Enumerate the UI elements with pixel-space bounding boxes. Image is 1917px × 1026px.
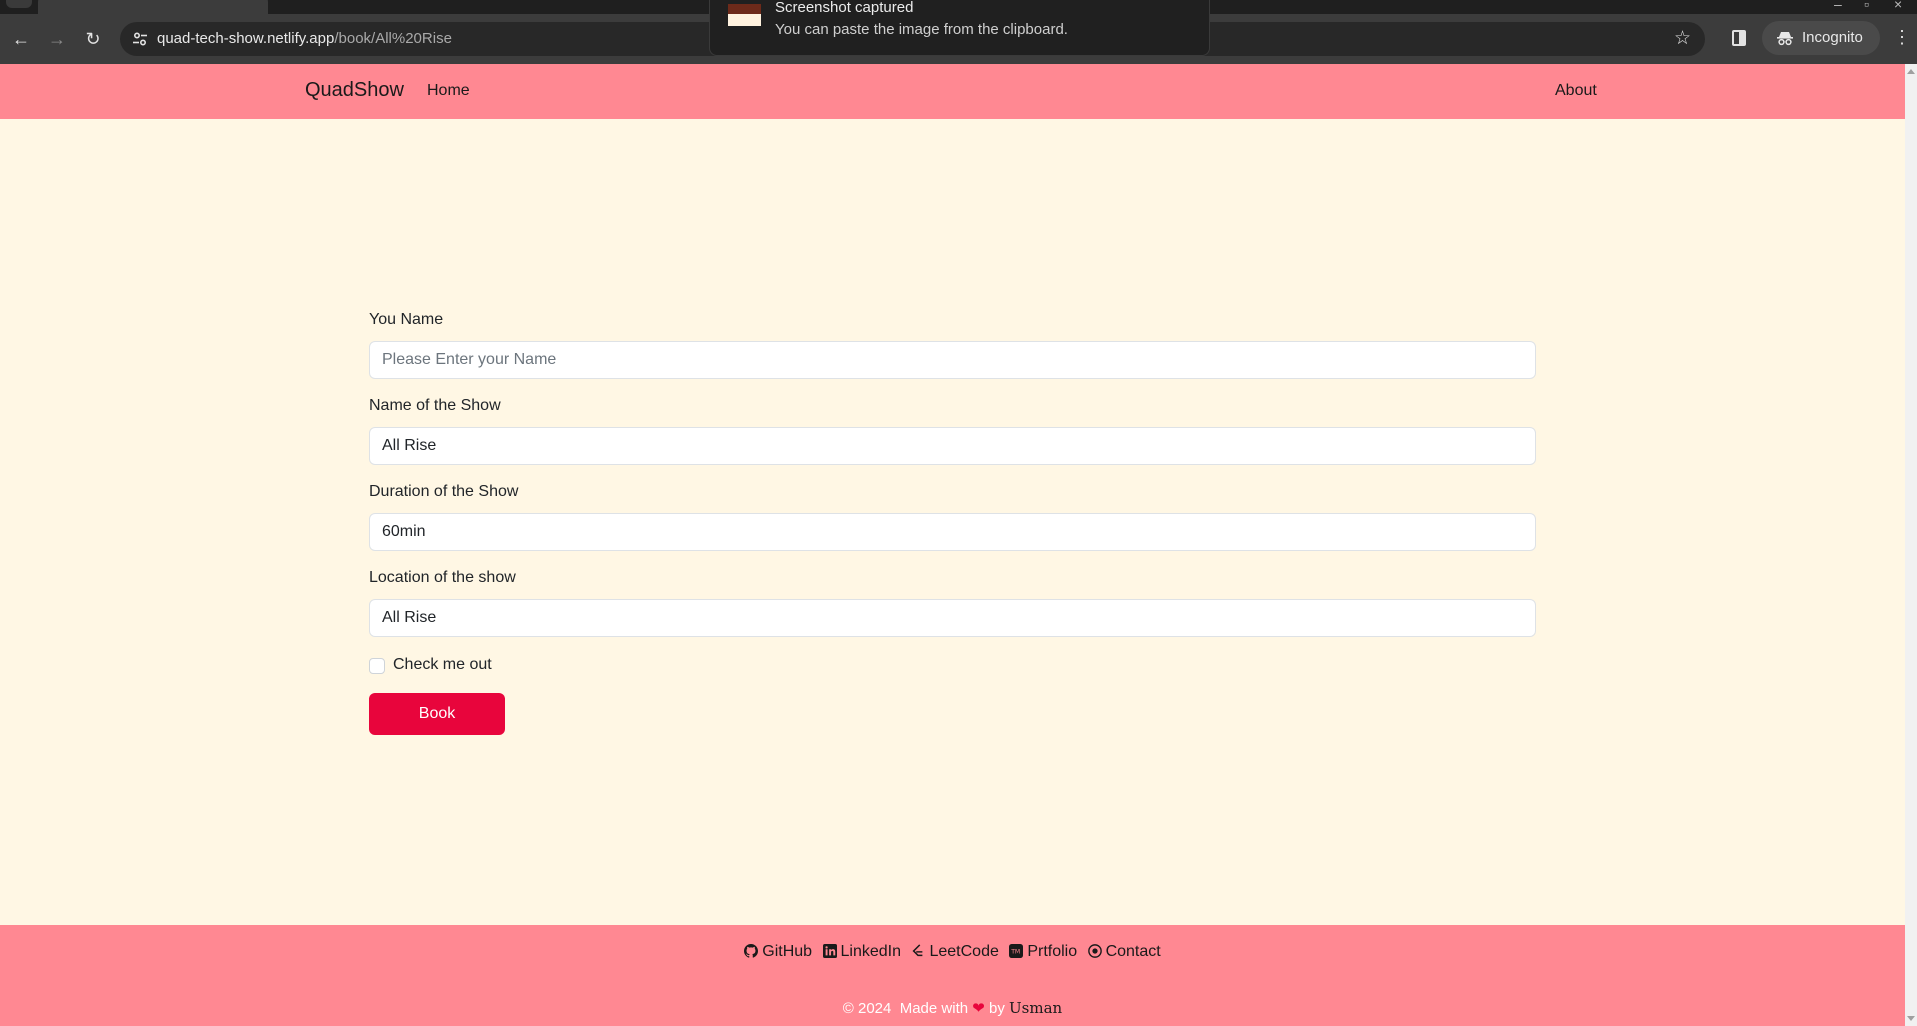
contact-icon: [1087, 944, 1102, 958]
side-panel-icon[interactable]: [1732, 30, 1746, 46]
duration-field-group: Duration of the Show: [369, 480, 1536, 566]
scroll-down-icon[interactable]: [1907, 1016, 1915, 1021]
notification-title: Screenshot captured: [775, 0, 914, 16]
site-footer: GitHub LinkedIn LeetCode TM Prtfolio Con…: [0, 925, 1905, 1026]
page-scrollbar[interactable]: [1905, 64, 1917, 1026]
leetcode-icon: [912, 944, 923, 957]
check-me-out-label[interactable]: Check me out: [393, 656, 492, 674]
screenshot-notification: Screenshot captured You can paste the im…: [709, 0, 1210, 56]
incognito-icon: [1777, 32, 1793, 46]
tab-search-button[interactable]: [6, 0, 32, 8]
footer-links: GitHub LinkedIn LeetCode TM Prtfolio Con…: [0, 943, 1905, 961]
screenshot-thumbnail[interactable]: [728, 4, 761, 26]
show-name-label: Name of the Show: [369, 397, 501, 414]
bookmark-star-icon[interactable]: ☆: [1674, 27, 1691, 50]
browser-tab[interactable]: [38, 0, 268, 14]
nav-home-link[interactable]: Home: [427, 82, 470, 100]
duration-input[interactable]: [369, 513, 1536, 551]
name-field-group: You Name: [369, 308, 1536, 394]
author-link[interactable]: Usman: [1009, 999, 1062, 1017]
browser-menu-icon[interactable]: ⋮: [1893, 27, 1911, 48]
close-window-icon[interactable]: ×: [1894, 0, 1902, 12]
github-icon: [744, 944, 759, 958]
duration-label: Duration of the Show: [369, 483, 519, 500]
booking-form: You Name Name of the Show Duration of th…: [369, 308, 1536, 652]
portfolio-icon: TM: [1009, 944, 1024, 958]
copyright-line: © 2024 Made with ❤ by Usman: [0, 999, 1905, 1017]
back-icon[interactable]: ←: [8, 26, 34, 52]
incognito-badge[interactable]: Incognito: [1762, 21, 1880, 55]
contact-link[interactable]: Contact: [1087, 943, 1161, 961]
github-link[interactable]: GitHub: [744, 943, 812, 961]
book-button[interactable]: Book: [369, 693, 505, 735]
url-text[interactable]: quad-tech-show.netlify.app/book/All%20Ri…: [157, 30, 452, 47]
maximize-icon[interactable]: ▫: [1864, 0, 1869, 12]
minimize-icon[interactable]: –: [1834, 0, 1842, 12]
incognito-label: Incognito: [1802, 29, 1863, 46]
by-text: by: [989, 1000, 1005, 1017]
made-with-text: Made with: [899, 1000, 969, 1017]
name-input[interactable]: [369, 341, 1536, 379]
heart-icon: ❤: [972, 1000, 985, 1017]
name-label: You Name: [369, 311, 444, 328]
location-label: Location of the show: [369, 569, 516, 586]
show-name-input[interactable]: [369, 427, 1536, 465]
nav-about-link[interactable]: About: [1555, 82, 1597, 100]
copyright-year: © 2024: [842, 1000, 892, 1017]
check-me-out-checkbox[interactable]: [369, 658, 385, 674]
forward-icon[interactable]: →: [44, 26, 70, 52]
location-input[interactable]: [369, 599, 1536, 637]
site-settings-icon[interactable]: [132, 31, 148, 47]
show-field-group: Name of the Show: [369, 394, 1536, 480]
notification-message: You can paste the image from the clipboa…: [775, 21, 1068, 38]
linkedin-link[interactable]: LinkedIn: [822, 943, 901, 961]
svg-text:TM: TM: [1011, 949, 1021, 956]
brand-logo[interactable]: QuadShow: [305, 79, 404, 102]
scroll-up-icon[interactable]: [1907, 69, 1915, 74]
portfolio-link[interactable]: TM Prtfolio: [1009, 943, 1077, 961]
location-field-group: Location of the show: [369, 566, 1536, 652]
site-navbar: QuadShow Home About: [0, 64, 1905, 119]
reload-icon[interactable]: ↻: [80, 26, 106, 52]
leetcode-link[interactable]: LeetCode: [911, 943, 999, 961]
linkedin-icon: [822, 944, 837, 958]
